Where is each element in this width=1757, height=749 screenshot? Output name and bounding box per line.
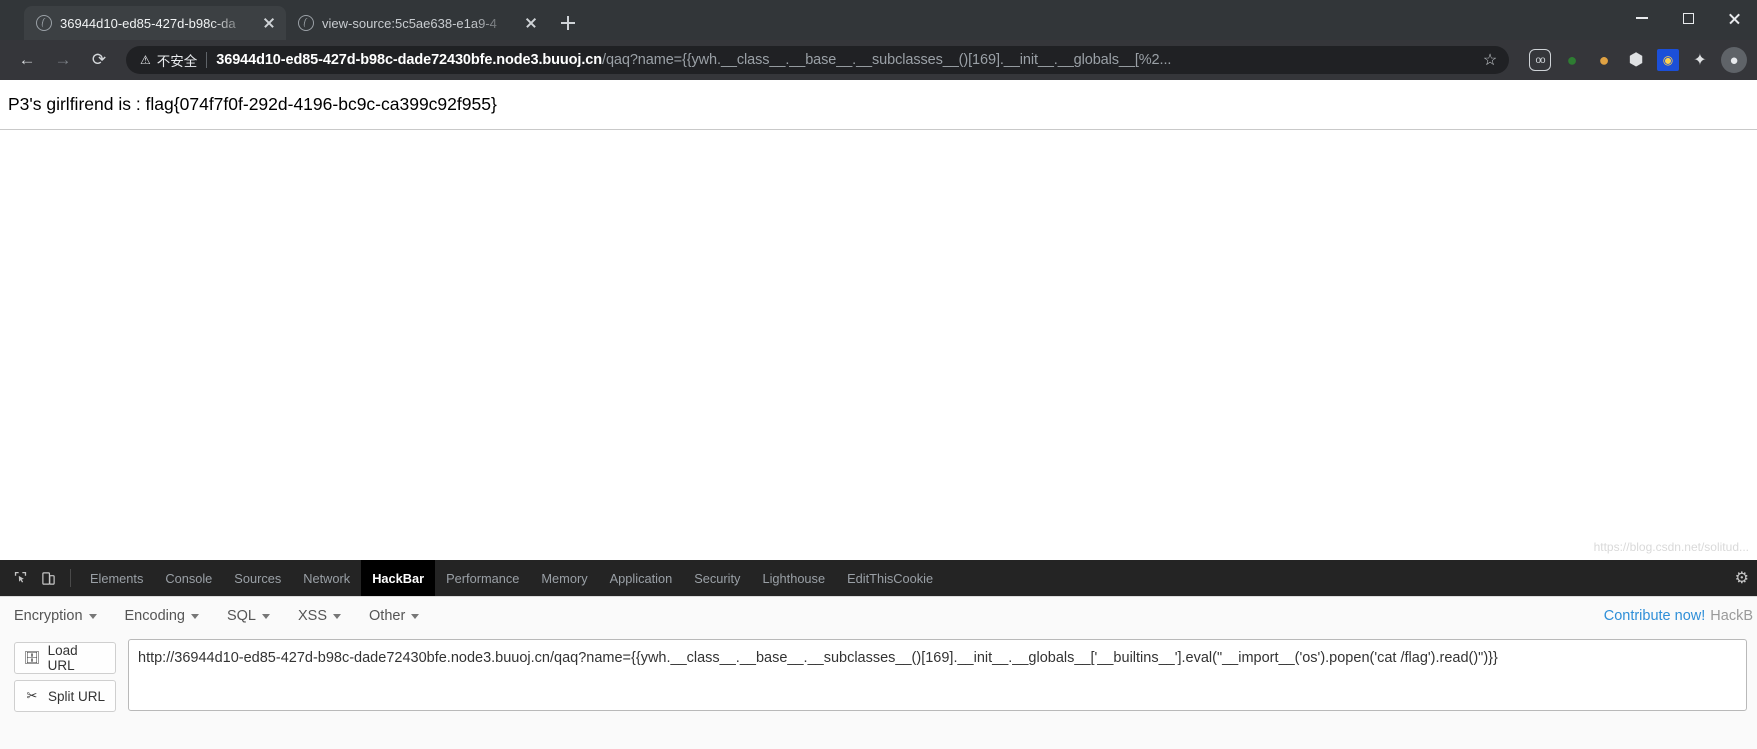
url-input[interactable] (128, 639, 1747, 711)
split-url-button[interactable]: ✂ Split URL (14, 680, 116, 712)
hackbar-menu-encryption[interactable]: Encryption (14, 608, 111, 624)
globe-icon (36, 15, 52, 31)
close-window-button[interactable] (1711, 0, 1757, 36)
hackbar-body: 🗄 Load URL ✂ Split URL (0, 635, 1757, 749)
arrow-right-icon: → (54, 50, 72, 69)
reload-button[interactable]: ⟳ (82, 43, 116, 77)
split-url-icon: ✂ (26, 688, 38, 703)
close-icon (1728, 12, 1741, 25)
devtools-tab-elements[interactable]: Elements (79, 560, 154, 596)
devtools-panel: Elements Console Sources Network HackBar… (0, 560, 1757, 749)
browser-window: 36944d10-ed85-427d-b98c-da view-source:5… (0, 0, 1757, 749)
devtools-tab-console[interactable]: Console (154, 560, 223, 596)
hackbar-panel: Encryption Encoding SQL XSS Other Contri… (0, 596, 1757, 749)
bookmark-star-icon[interactable]: ☆ (1477, 47, 1503, 73)
menu-label: XSS (298, 608, 328, 624)
devtools-toolbar-right: ⚙ (1735, 560, 1749, 596)
captain-america-icon[interactable]: ◉ (1657, 49, 1679, 71)
hackbar-menu-sql[interactable]: SQL (227, 608, 284, 624)
chevron-down-icon (190, 613, 199, 619)
warning-triangle-icon: ⚠ (140, 53, 151, 67)
devtools-tab-security[interactable]: Security (683, 560, 751, 596)
devtools-tab-sources[interactable]: Sources (223, 560, 292, 596)
arrow-left-icon: ← (18, 50, 36, 69)
minimize-icon (1636, 17, 1648, 19)
tab-strip: 36944d10-ed85-427d-b98c-da view-source:5… (0, 0, 1757, 40)
hexagon-extension-icon[interactable]: ⬢ (1625, 49, 1647, 71)
url-host: 36944d10-ed85-427d-b98c-dade72430bfe.nod… (216, 52, 603, 68)
cursor-inspect-icon[interactable] (6, 564, 34, 592)
close-icon[interactable] (522, 14, 540, 32)
contribute-link[interactable]: Contribute now! (1604, 608, 1706, 624)
hackbar-menu-xss[interactable]: XSS (298, 608, 355, 624)
url-path: /qaq?name={{ywh.__class__.__base__.__sub… (602, 52, 1172, 68)
hackbar-menubar: Encryption Encoding SQL XSS Other Contri… (0, 597, 1757, 635)
url-text[interactable]: 36944d10-ed85-427d-b98c-dade72430bfe.nod… (216, 52, 1477, 68)
browser-tab-2[interactable]: view-source:5c5ae638-e1a9-4 (286, 6, 548, 40)
load-url-button[interactable]: 🗄 Load URL (14, 642, 116, 674)
devtools-tab-performance[interactable]: Performance (435, 560, 530, 596)
load-url-icon: 🗄 (23, 650, 41, 665)
devtools-tab-editthiscookie[interactable]: EditThisCookie (836, 560, 944, 596)
toolbar-divider (70, 569, 71, 587)
menu-label: SQL (226, 608, 256, 624)
tab-title: 36944d10-ed85-427d-b98c-da (60, 15, 236, 31)
cookie-icon[interactable]: ● (1593, 49, 1615, 71)
globe-icon (298, 15, 314, 31)
flag-output-text: P3's girlfirend is : flag{074f7f0f-292d-… (8, 94, 497, 114)
firefox-extension-icon[interactable]: ● (1561, 49, 1583, 71)
chevron-down-icon (411, 613, 420, 619)
devtools-tab-lighthouse[interactable]: Lighthouse (751, 560, 836, 596)
devtools-tab-hackbar[interactable]: HackBar (361, 560, 436, 596)
watermark-text: https://blog.csdn.net/solitud... (1593, 540, 1749, 554)
gear-icon[interactable]: ⚙ (1735, 568, 1749, 588)
browser-toolbar: ← → ⟳ ⚠ 不安全 36944d10-ed85-427d-b98c-dade… (0, 40, 1757, 80)
security-status-label[interactable]: 不安全 (157, 50, 198, 70)
devtools-tab-memory[interactable]: Memory (530, 560, 598, 596)
button-label: Load URL (47, 643, 78, 673)
close-icon[interactable] (260, 14, 278, 32)
reload-icon: ⟳ (91, 50, 107, 69)
hackbar-button-column: 🗄 Load URL ✂ Split URL (14, 639, 116, 749)
profile-avatar[interactable]: ● (1721, 47, 1747, 73)
minimize-button[interactable] (1619, 0, 1665, 36)
new-tab-button[interactable] (554, 9, 582, 37)
window-controls (1619, 0, 1757, 36)
puzzle-extensions-icon[interactable]: ✦ (1689, 49, 1711, 71)
menu-label: Other (369, 608, 406, 624)
hackbar-contribute-area: Contribute now! HackB (1604, 597, 1757, 635)
horizontal-rule (0, 129, 1757, 130)
maximize-button[interactable] (1665, 0, 1711, 36)
chevron-down-icon (333, 613, 342, 619)
wappalyzer-icon[interactable]: oo (1529, 49, 1551, 71)
hackbar-menu-encoding[interactable]: Encoding (125, 608, 213, 624)
address-bar[interactable]: ⚠ 不安全 36944d10-ed85-427d-b98c-dade72430b… (126, 46, 1509, 74)
hackbar-menu-other[interactable]: Other (369, 608, 433, 624)
browser-tab-1[interactable]: 36944d10-ed85-427d-b98c-da (24, 6, 286, 40)
chevron-down-icon (262, 613, 270, 619)
extensions-area: oo ● ● ⬢ ◉ ✦ ● (1519, 47, 1747, 73)
chevron-down-icon (88, 613, 97, 619)
page-viewport: P3's girlfirend is : flag{074f7f0f-292d-… (0, 80, 1757, 560)
hackbar-brand-label: HackB (1710, 608, 1753, 624)
devtools-tab-network[interactable]: Network (292, 560, 361, 596)
devtools-tabbar: Elements Console Sources Network HackBar… (0, 560, 1757, 596)
forward-button[interactable]: → (46, 43, 80, 77)
menu-label: Encoding (124, 608, 185, 624)
devtools-tab-application[interactable]: Application (599, 560, 684, 596)
back-button[interactable]: ← (10, 43, 44, 77)
maximize-icon (1682, 12, 1694, 24)
omnibox-divider (206, 52, 208, 68)
tab-title: view-source:5c5ae638-e1a9-4 (322, 15, 497, 31)
menu-label: Encryption (14, 608, 83, 624)
button-label: Split URL (48, 688, 106, 704)
device-toolbar-icon[interactable] (34, 564, 62, 592)
